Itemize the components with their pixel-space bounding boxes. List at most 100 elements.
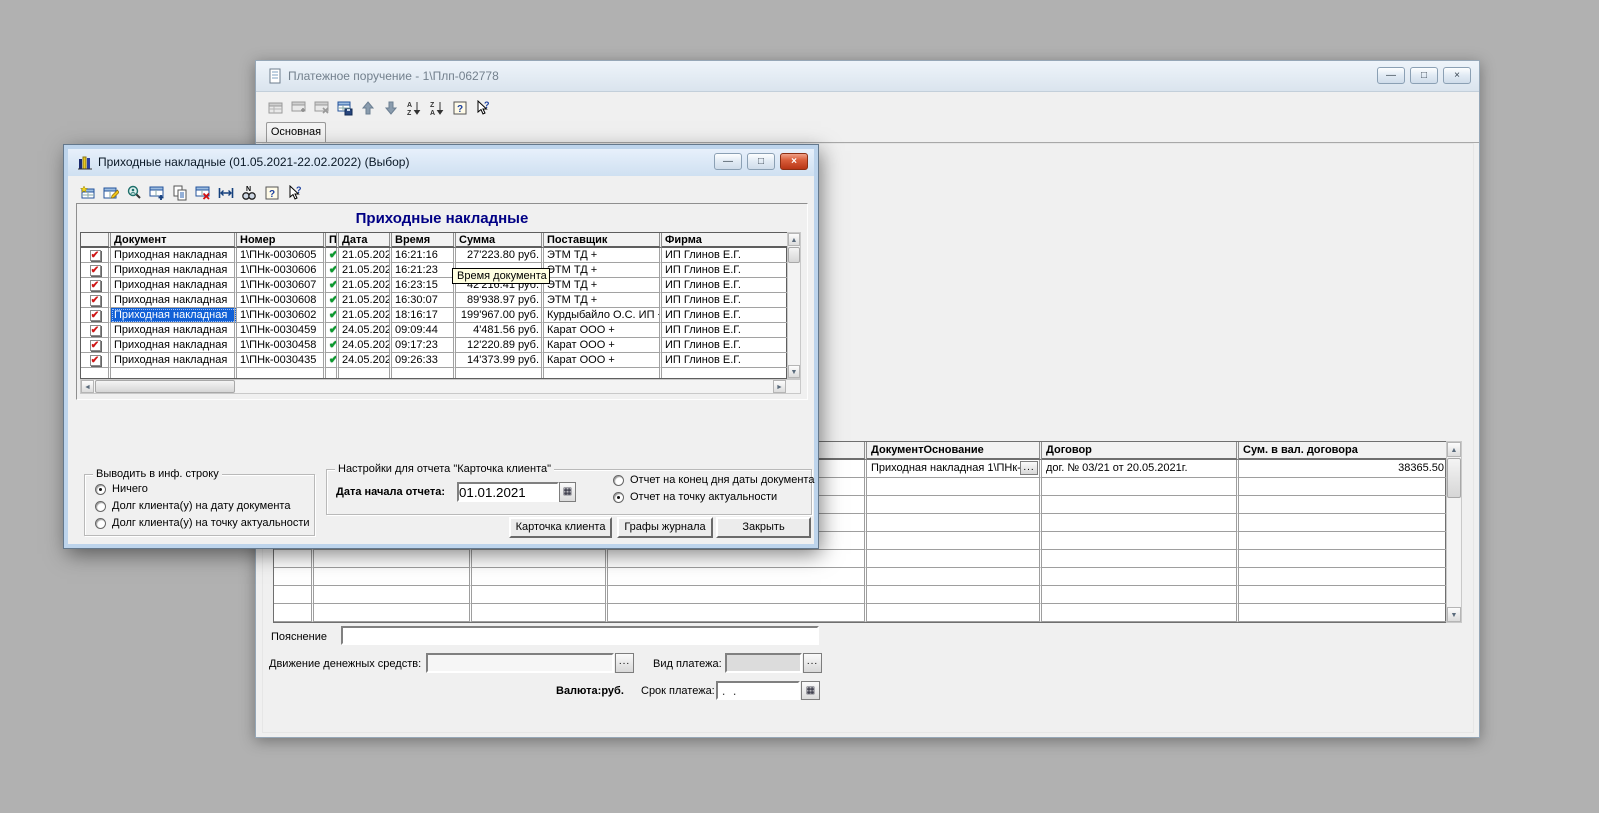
cell-sum[interactable]: 38365.50 <box>1239 460 1447 478</box>
radio-debt-doc-date[interactable]: Долг клиента(у) на дату документа <box>95 500 290 512</box>
sort-za-icon[interactable]: ZA <box>429 100 445 116</box>
invoice-row[interactable]: ✔ Приходная накладная1\ПНк-0030607 ✔ 21.… <box>81 278 786 293</box>
scroll-right-icon[interactable]: ► <box>773 380 786 393</box>
header-firm: Фирма <box>662 233 788 248</box>
table-row[interactable] <box>274 586 1445 604</box>
restore-button[interactable]: □ <box>1410 67 1438 84</box>
invoices-table-header: Документ Номер П Дата Время Сумма Постав… <box>81 233 786 248</box>
header-contract: Договор <box>1042 442 1239 460</box>
table-row[interactable] <box>274 550 1445 568</box>
invoice-row[interactable]: ✔ Приходная накладная1\ПНк-0030458 ✔ 24.… <box>81 338 786 353</box>
invoice-row[interactable]: ✔ Приходная накладная1\ПНк-0030605 ✔ 21.… <box>81 248 786 263</box>
help-icon[interactable]: ? <box>264 185 280 201</box>
radio-icon[interactable] <box>613 492 624 503</box>
posted-check-icon: ✔ <box>329 324 338 336</box>
minimize-button[interactable]: — <box>1377 67 1405 84</box>
radio-icon[interactable] <box>95 518 106 529</box>
scroll-up-icon[interactable]: ▲ <box>788 233 800 246</box>
report-date-input[interactable] <box>457 482 559 502</box>
invoice-row[interactable]: ✔ Приходная накладная1\ПНк-0030606 ✔ 21.… <box>81 263 786 278</box>
sort-az-icon[interactable]: AZ <box>406 100 422 116</box>
radio-nothing[interactable]: Ничего <box>95 483 148 495</box>
report-settings-group: Настройки для отчета "Карточка клиента" … <box>326 469 812 515</box>
payment-type-input[interactable] <box>725 653 802 673</box>
report-date-label: Дата начала отчета: <box>336 486 445 498</box>
close-button[interactable]: × <box>1443 67 1471 84</box>
context-help-icon[interactable]: ? <box>475 100 491 116</box>
journal-columns-button[interactable]: Графы журнала <box>617 517 713 538</box>
selected-checkbox-icon[interactable]: ✔ <box>90 340 101 351</box>
radio-debt-actual[interactable]: Долг клиента(у) на точку актуальности <box>95 517 310 529</box>
payment-window-titlebar[interactable]: Платежное поручение - 1\Плп-062778 — □ × <box>256 61 1479 92</box>
due-date-calendar-button[interactable]: ▦ <box>801 681 820 700</box>
move-up-icon[interactable] <box>360 100 376 116</box>
table-row[interactable] <box>274 604 1445 622</box>
find-number-icon[interactable]: N <box>241 185 257 201</box>
empty-row <box>81 368 786 378</box>
invoices-window-title: Приходные накладные (01.05.2021-22.02.20… <box>98 155 409 169</box>
payment-type-label: Вид платежа: <box>653 658 722 670</box>
selected-checkbox-icon[interactable]: ✔ <box>90 325 101 336</box>
doc-base-lookup-button[interactable]: ... <box>1020 461 1038 475</box>
invoices-table: Документ Номер П Дата Время Сумма Постав… <box>80 232 787 379</box>
view-row-icon[interactable] <box>126 185 142 201</box>
header-posted: П <box>326 233 339 248</box>
tab-main[interactable]: Основная <box>266 122 326 142</box>
invoices-vertical-scrollbar[interactable]: ▲ ▼ <box>787 232 801 379</box>
invoice-row[interactable]: ✔ Приходная накладная1\ПНк-0030435 ✔ 24.… <box>81 353 786 368</box>
selected-checkbox-icon[interactable]: ✔ <box>90 265 101 276</box>
invoices-horizontal-scrollbar[interactable]: ◄ ► <box>80 379 801 394</box>
close-button[interactable]: × <box>780 153 808 170</box>
radio-icon[interactable] <box>95 501 106 512</box>
payment-tab-row: Основная <box>256 123 1479 143</box>
selected-checkbox-icon[interactable]: ✔ <box>90 355 101 366</box>
journal-disabled-icon[interactable] <box>268 100 284 116</box>
scroll-down-icon[interactable]: ▼ <box>1447 607 1461 622</box>
posted-check-icon: ✔ <box>329 264 338 276</box>
note-input[interactable] <box>341 626 819 645</box>
move-down-icon[interactable] <box>383 100 399 116</box>
table-row[interactable] <box>274 568 1445 586</box>
invoice-row[interactable]: ✔ Приходная накладная1\ПНк-0030608 ✔ 21.… <box>81 293 786 308</box>
payment-table-scrollbar[interactable]: ▲ ▼ <box>1446 441 1462 623</box>
selected-checkbox-icon[interactable]: ✔ <box>90 280 101 291</box>
radio-icon[interactable] <box>95 484 106 495</box>
radio-report-doc-date[interactable]: Отчет на конец дня даты документа <box>613 474 814 486</box>
posted-check-icon: ✔ <box>329 249 338 261</box>
scroll-up-icon[interactable]: ▲ <box>1447 442 1461 457</box>
radio-report-actual[interactable]: Отчет на точку актуальности <box>613 491 777 503</box>
radio-icon[interactable] <box>613 475 624 486</box>
restore-button[interactable]: □ <box>747 153 775 170</box>
minimize-button[interactable]: — <box>714 153 742 170</box>
column-width-icon[interactable] <box>218 185 234 201</box>
copy-row-icon[interactable] <box>149 185 165 201</box>
desktop: Платежное поручение - 1\Плп-062778 — □ × <box>0 0 1599 813</box>
cash-flow-input[interactable] <box>426 653 614 673</box>
delete-row-icon[interactable] <box>195 185 211 201</box>
cell-contract[interactable]: дог. № 03/21 от 20.05.2021г. <box>1042 460 1239 478</box>
new-row-icon[interactable] <box>80 185 96 201</box>
client-card-button[interactable]: Карточка клиента <box>509 517 612 538</box>
due-date-input[interactable] <box>716 681 800 700</box>
report-date-calendar-button[interactable]: ▦ <box>559 482 576 502</box>
selected-checkbox-icon[interactable]: ✔ <box>90 295 101 306</box>
close-dialog-button[interactable]: Закрыть <box>716 517 811 538</box>
add-row-disabled-icon[interactable] <box>291 100 307 116</box>
payment-type-lookup-button[interactable]: ... <box>803 653 822 673</box>
invoice-row[interactable]: ✔ Приходная накладная1\ПНк-0030459 ✔ 24.… <box>81 323 786 338</box>
invoice-row-selected[interactable]: ✔ Приходная накладная1\ПНк-0030602 ✔ 21.… <box>81 308 786 323</box>
save-table-icon[interactable] <box>337 100 353 116</box>
help-icon[interactable]: ? <box>452 100 468 116</box>
cash-flow-lookup-button[interactable]: ... <box>615 653 634 673</box>
delete-row-disabled-icon[interactable] <box>314 100 330 116</box>
selected-checkbox-icon[interactable]: ✔ <box>90 310 101 321</box>
scroll-down-icon[interactable]: ▼ <box>788 365 800 378</box>
svg-text:A: A <box>407 102 412 109</box>
invoices-window-titlebar[interactable]: Приходные накладные (01.05.2021-22.02.20… <box>68 149 814 176</box>
context-help-icon[interactable]: ? <box>287 185 303 201</box>
cell-doc-base[interactable]: Приходная накладная 1\ПНк- ... <box>867 460 1042 478</box>
scroll-left-icon[interactable]: ◄ <box>81 380 94 393</box>
selected-checkbox-icon[interactable]: ✔ <box>90 250 101 261</box>
edit-row-icon[interactable] <box>103 185 119 201</box>
copy-icon[interactable] <box>172 185 188 201</box>
